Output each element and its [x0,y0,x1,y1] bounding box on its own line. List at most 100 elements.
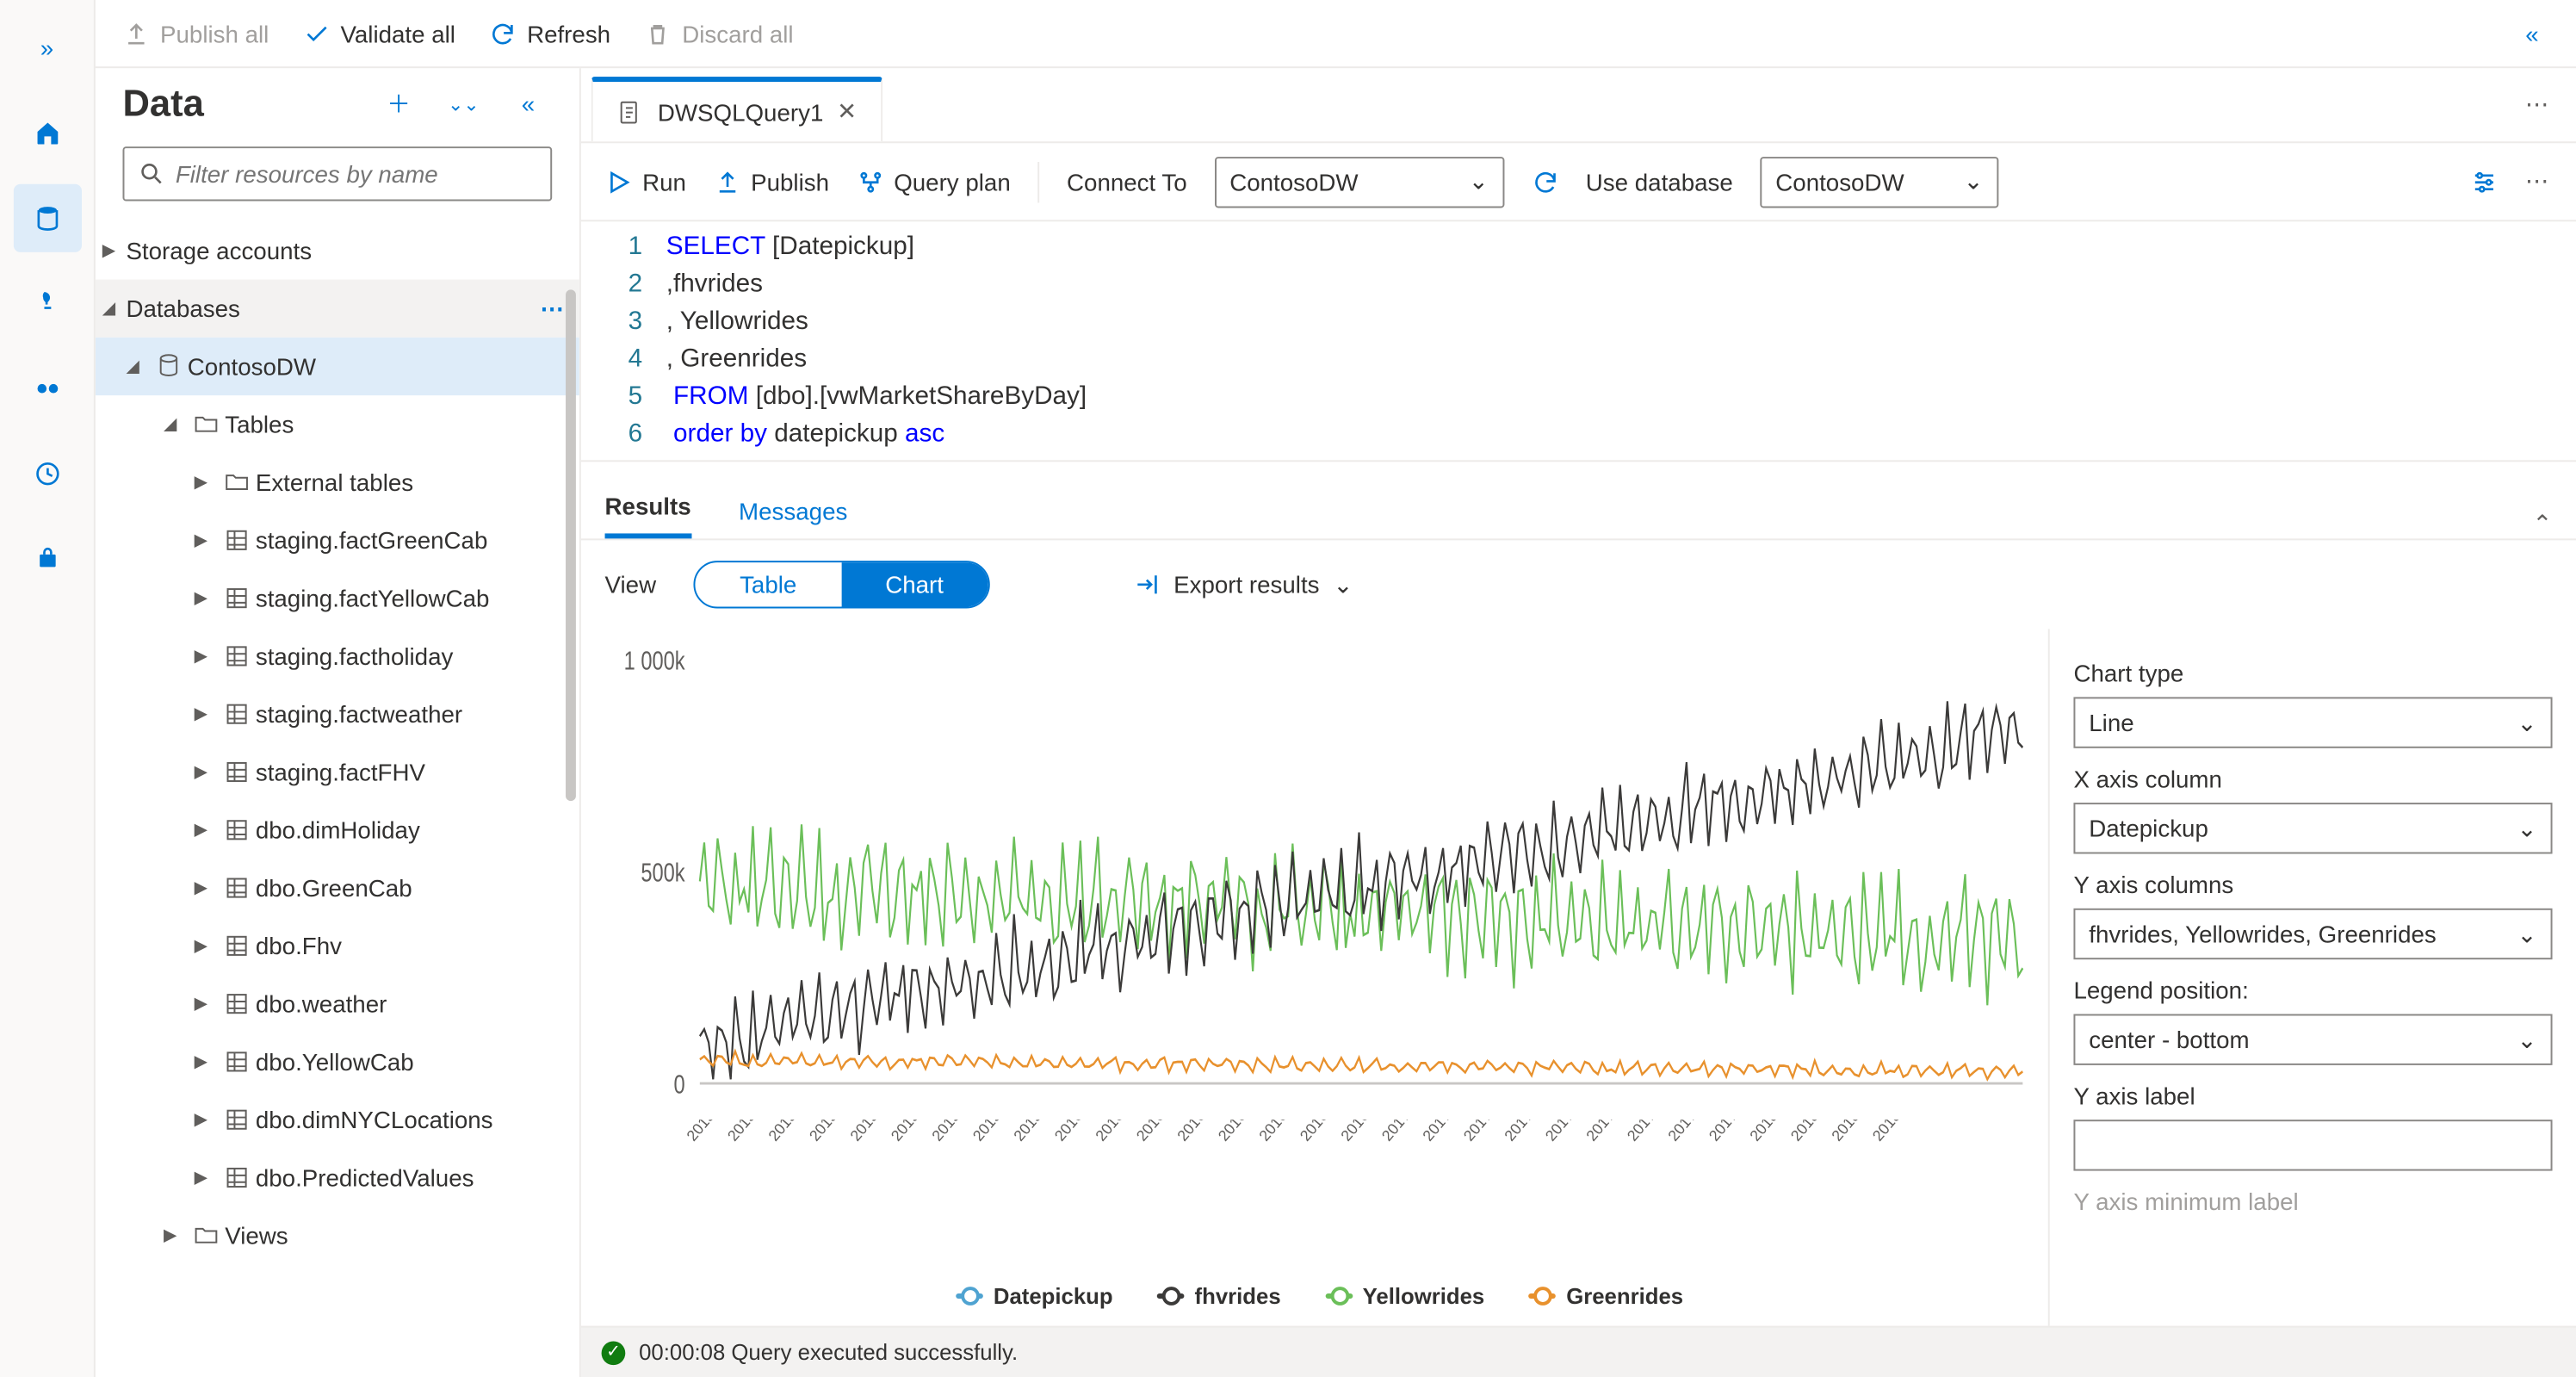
expand-icon[interactable]: ⌄⌄ [440,93,487,115]
rail-integrate-icon[interactable] [13,355,81,423]
tree-item[interactable]: ▶ staging.factYellowCab [96,569,579,627]
editor-tab[interactable]: DWSQLQuery1 ✕ [591,77,882,141]
tree-item[interactable]: ▶ dbo.dimHoliday [96,801,579,859]
chevron-right-icon: ▶ [195,647,219,666]
xaxis-select[interactable]: Datepickup⌄ [2073,803,2552,853]
validate-all-button[interactable]: Validate all [303,20,455,47]
tree-contosodw[interactable]: ◢ ContosoDW [96,338,579,395]
resource-tree: ▶ Storage accounts ◢ Databases ⋯ ◢ Conto… [96,221,579,1377]
publish-all-button[interactable]: Publish all [122,20,269,47]
tree-storage-accounts[interactable]: ▶ Storage accounts [96,221,579,279]
sql-editor[interactable]: 123456 SELECT [Datepickup],fhvrides, Yel… [581,221,2576,462]
settings-icon[interactable] [2471,168,2499,195]
tree-views[interactable]: ▶ Views [96,1206,579,1264]
collapse-pane-icon[interactable]: « [505,90,552,118]
tree-item[interactable]: ▶ staging.factFHV [96,743,579,801]
more-icon[interactable]: ⋯ [540,294,566,323]
discard-all-label: Discard all [682,20,793,47]
tree-item[interactable]: ▶ dbo.YellowCab [96,1033,579,1090]
tree-item[interactable]: ▶ staging.factholiday [96,627,579,685]
chevron-right-icon: ▶ [195,704,219,723]
rail-manage-icon[interactable] [13,525,81,593]
status-text: 00:00:08 Query executed successfully. [639,1339,1018,1365]
tab-results[interactable]: Results [605,493,691,538]
filter-input[interactable] [176,160,537,188]
editor-overflow-icon[interactable]: ⋯ [2525,167,2553,196]
tree-tables[interactable]: ◢ Tables [96,395,579,453]
rail-data-icon[interactable] [13,184,81,252]
tree-item[interactable]: ▶ dbo.PredictedValues [96,1149,579,1206]
connect-to-select[interactable]: ContosoDW ⌄ [1214,156,1503,207]
query-toolbar: Run Publish Query plan Connect To Contos… [581,143,2576,221]
tree-item[interactable]: ▶ staging.factweather [96,685,579,743]
discard-all-button[interactable]: Discard all [645,20,794,47]
tree-item[interactable]: ▶ dbo.Fhv [96,917,579,975]
view-label: View [605,571,657,599]
rail-home-icon[interactable] [13,99,81,167]
success-icon: ✓ [602,1340,626,1364]
chart-config-panel: Chart type Line⌄ X axis column Datepicku… [2048,629,2576,1325]
chevron-down-icon: ⌄ [2517,920,2537,949]
run-button[interactable]: Run [605,168,686,195]
export-results-button[interactable]: Export results ⌄ [1133,570,1353,599]
view-toggle[interactable]: Table Chart [694,561,990,608]
tree-item[interactable]: ▶ staging.factGreenCab [96,512,579,569]
chevron-right-icon: ▶ [102,241,127,260]
rail-develop-icon[interactable] [13,270,81,338]
table-icon [218,527,256,555]
tree-scrollbar[interactable] [566,289,576,801]
toggle-chart[interactable]: Chart [841,562,988,606]
svg-text:1 000k: 1 000k [624,645,685,675]
rail-monitor-icon[interactable] [13,440,81,508]
rail-expand-icon[interactable]: » [13,14,81,82]
tree-item[interactable]: ▶ dbo.weather [96,975,579,1033]
folder-icon [218,468,256,496]
table-icon [218,759,256,786]
use-db-label: Use database [1586,168,1733,195]
close-tab-icon[interactable]: ✕ [837,97,857,127]
tab-label: DWSQLQuery1 [658,98,823,126]
collapse-right-icon[interactable]: « [2525,20,2538,47]
chevron-down-icon: ⌄ [1469,167,1489,196]
left-rail: » [0,0,96,1377]
svg-text:0: 0 [673,1069,684,1099]
chart-legend: Datepickup fhvrides Yellowrides Greenrid… [598,1273,2041,1325]
use-db-select[interactable]: ContosoDW ⌄ [1760,156,1998,207]
filter-input-container[interactable] [122,146,552,201]
tree-item[interactable]: ▶ dbo.GreenCab [96,859,579,916]
add-icon[interactable]: ＋ [375,87,422,121]
table-icon [218,642,256,670]
svg-text:500k: 500k [641,857,684,887]
publish-button[interactable]: Publish [714,168,829,195]
table-icon [218,700,256,728]
tree-databases[interactable]: ◢ Databases ⋯ [96,280,579,338]
publish-all-label: Publish all [160,20,269,47]
chart-type-label: Chart type [2073,660,2552,687]
collapse-results-icon[interactable]: ⌃ [2532,510,2552,539]
chevron-right-icon: ▶ [195,589,219,608]
refresh-button[interactable]: Refresh [490,20,611,47]
tab-overflow-icon[interactable]: ⋯ [2501,90,2576,120]
legend-pos-select[interactable]: center - bottom⌄ [2073,1014,2552,1065]
chevron-right-icon: ▶ [195,821,219,840]
queryplan-button[interactable]: Query plan [857,168,1011,195]
refresh-connection-icon[interactable] [1531,168,1558,195]
toggle-table[interactable]: Table [696,562,841,606]
tree-item[interactable]: ▶ dbo.dimNYCLocations [96,1091,579,1149]
tab-messages[interactable]: Messages [739,498,847,538]
folder-icon [188,1222,226,1250]
chevron-down-icon: ⌄ [2517,1025,2537,1054]
refresh-label: Refresh [527,20,610,47]
chevron-right-icon: ▶ [195,936,219,955]
yaxis-text-input[interactable] [2073,1120,2552,1170]
legend-pos-label: Legend position: [2073,977,2552,1004]
chevron-right-icon: ▶ [195,878,219,897]
tree-item[interactable]: ▶ External tables [96,453,579,511]
chevron-down-icon: ◢ [102,299,127,318]
table-icon [218,585,256,612]
table-icon [218,990,256,1018]
yaxis-select[interactable]: fhvrides, Yellowrides, Greenrides⌄ [2073,909,2552,959]
chart-type-select[interactable]: Line⌄ [2073,697,2552,747]
chevron-right-icon: ▶ [195,1052,219,1071]
chevron-right-icon: ▶ [195,530,219,549]
